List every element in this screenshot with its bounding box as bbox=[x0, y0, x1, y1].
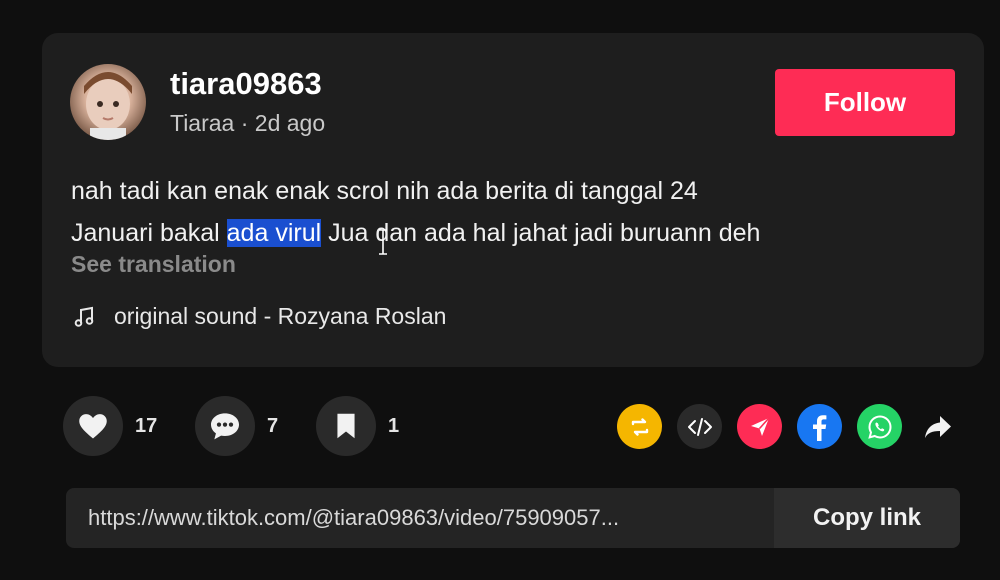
like-button[interactable] bbox=[63, 396, 123, 456]
like-count: 17 bbox=[135, 414, 158, 437]
save-count: 1 bbox=[388, 414, 400, 437]
follow-button[interactable]: Follow bbox=[775, 69, 955, 136]
save-action[interactable]: 1 bbox=[316, 396, 399, 456]
text-cursor-icon bbox=[379, 229, 387, 255]
separator: · bbox=[234, 110, 255, 136]
facebook-share-button[interactable] bbox=[797, 404, 842, 449]
post-description: nah tadi kan enak enak scrol nih ada ber… bbox=[71, 170, 951, 254]
more-share-button[interactable] bbox=[915, 404, 960, 449]
description-text-before: Januari bakal bbox=[71, 219, 227, 247]
avatar[interactable] bbox=[70, 64, 146, 140]
comment-action[interactable]: 7 bbox=[195, 396, 278, 456]
sound-row[interactable]: original sound - Rozyana Roslan bbox=[72, 303, 446, 330]
author-subline: Tiaraa · 2d ago bbox=[170, 110, 325, 137]
send-to-friends-icon bbox=[750, 416, 770, 436]
send-to-friends-button[interactable] bbox=[737, 404, 782, 449]
copy-link-button[interactable]: Copy link bbox=[774, 488, 960, 548]
comment-button[interactable] bbox=[195, 396, 255, 456]
description-line-2: Januari bakal ada virul Jua dan ada hal … bbox=[71, 212, 951, 254]
username[interactable]: tiara09863 bbox=[170, 66, 322, 102]
see-translation-link[interactable]: See translation bbox=[71, 251, 236, 278]
selected-text: ada virul bbox=[226, 219, 322, 247]
music-note-icon bbox=[74, 306, 94, 327]
repost-button[interactable] bbox=[617, 404, 662, 449]
comment-icon bbox=[211, 413, 239, 440]
avatar-face-icon bbox=[84, 72, 132, 140]
description-line-1: nah tadi kan enak enak scrol nih ada ber… bbox=[71, 177, 698, 205]
like-action[interactable]: 17 bbox=[63, 396, 157, 456]
whatsapp-share-button[interactable] bbox=[857, 404, 902, 449]
bookmark-icon bbox=[337, 413, 355, 439]
comment-count: 7 bbox=[267, 414, 279, 437]
video-url-field[interactable]: https://www.tiktok.com/@tiara09863/video… bbox=[66, 505, 774, 531]
heart-icon bbox=[79, 414, 107, 439]
copy-link-bar: https://www.tiktok.com/@tiara09863/video… bbox=[66, 488, 960, 548]
save-button[interactable] bbox=[316, 396, 376, 456]
sound-name: original sound - Rozyana Roslan bbox=[114, 303, 447, 329]
repost-icon bbox=[631, 417, 648, 436]
facebook-icon bbox=[812, 414, 826, 441]
embed-button[interactable] bbox=[677, 404, 722, 449]
whatsapp-icon bbox=[867, 414, 892, 439]
share-arrow-icon bbox=[924, 415, 951, 438]
embed-icon bbox=[687, 417, 712, 436]
display-name[interactable]: Tiaraa bbox=[170, 110, 234, 136]
post-time: 2d ago bbox=[254, 110, 326, 136]
